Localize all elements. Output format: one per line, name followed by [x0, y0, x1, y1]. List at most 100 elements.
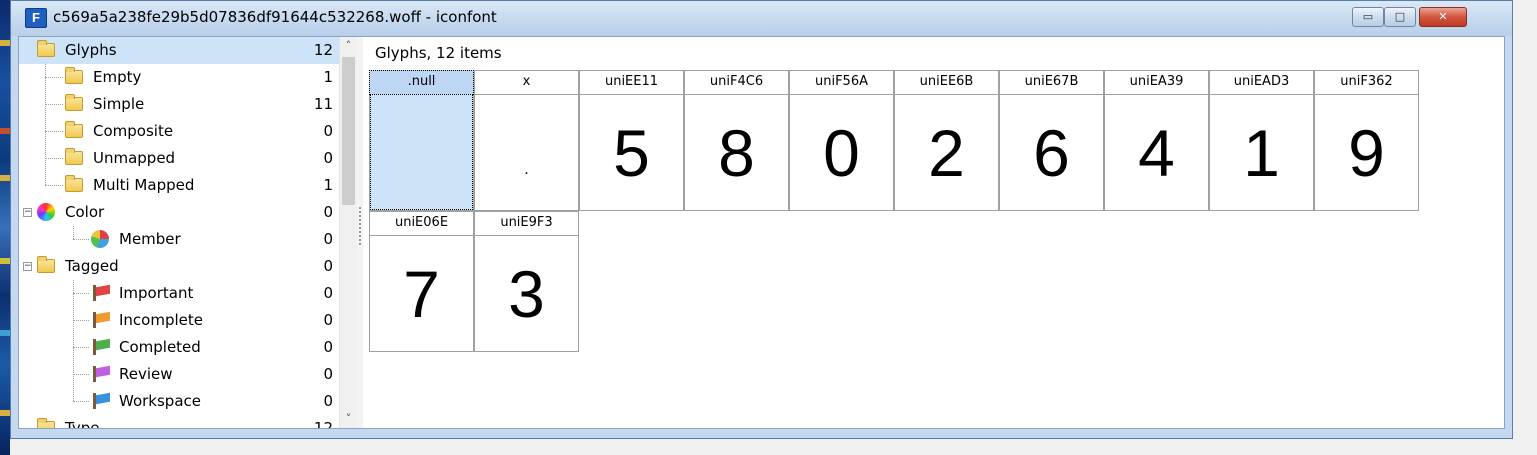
pane-splitter[interactable]	[357, 37, 363, 428]
tree-connector	[45, 158, 63, 160]
tree-item-incomplete[interactable]: Incomplete 0	[19, 307, 339, 334]
tree-item-label: Color	[65, 203, 105, 221]
client-area: Glyphs 12 Empty 1 Simple 11 Composite 0 Unmapped…	[18, 36, 1505, 429]
flag-icon	[91, 339, 111, 355]
tree-item-multi-mapped[interactable]: Multi Mapped 1	[19, 172, 339, 199]
tree-item-important[interactable]: Important 0	[19, 280, 339, 307]
tree-connector	[73, 320, 89, 322]
tree-item-count: 0	[323, 203, 333, 221]
tree-connector	[73, 293, 89, 295]
tree-item-count: 0	[323, 311, 333, 329]
glyph-cell[interactable]: uniEA39 4	[1104, 70, 1209, 211]
maximize-icon: □	[1394, 10, 1406, 23]
glyph-preview: 9	[1348, 116, 1385, 190]
tree-item-count: 0	[323, 257, 333, 275]
glyph-name: uniEAD3	[1210, 71, 1313, 95]
tree-connector	[73, 374, 89, 376]
glyph-cell[interactable]: uniF4C6 8	[684, 70, 789, 211]
maximize-button[interactable]: □	[1384, 7, 1416, 27]
folder-icon	[37, 256, 55, 273]
glyph-cell[interactable]: uniEE6B 2	[894, 70, 999, 211]
glyph-cell[interactable]: .null	[369, 70, 474, 211]
glyph-name: uniF4C6	[685, 71, 788, 95]
glyph-name: uniEE6B	[895, 71, 998, 95]
scroll-thumb[interactable]	[342, 57, 355, 205]
tree-guide	[73, 280, 75, 401]
tree-connector	[73, 239, 89, 241]
tree-item-label: Review	[119, 365, 173, 383]
glyph-cell[interactable]: uniF362 9	[1314, 70, 1419, 211]
title-bar[interactable]: F c569a5a238fe29b5d07836df91644c532268.w…	[11, 1, 1512, 36]
glyph-name: uniEE11	[580, 71, 683, 95]
tree-connector	[73, 401, 89, 403]
tree-item-member[interactable]: Member 0	[19, 226, 339, 253]
glyph-preview: 8	[718, 116, 755, 190]
glyph-preview: .	[524, 161, 529, 178]
tree-connector	[45, 131, 63, 133]
tree-item-simple[interactable]: Simple 11	[19, 91, 339, 118]
tree-connector	[45, 104, 63, 106]
tree-item-label: Completed	[119, 338, 201, 356]
glyph-cell[interactable]: uniEAD3 1	[1209, 70, 1314, 211]
glyph-preview: 5	[613, 116, 650, 190]
flag-icon	[91, 393, 111, 409]
folder-icon	[65, 67, 83, 84]
folder-icon	[65, 148, 83, 165]
folder-icon	[65, 121, 83, 138]
minimize-icon: ▭	[1362, 10, 1374, 23]
tree-item-review[interactable]: Review 0	[19, 361, 339, 388]
tree-item-label: Type	[65, 419, 100, 428]
tree-item-label: Simple	[93, 95, 145, 113]
tree-item-count: 12	[313, 41, 333, 59]
glyph-cell[interactable]: uniF56A 0	[789, 70, 894, 211]
collapse-icon[interactable]: −	[23, 208, 32, 217]
tree-item-label: Member	[119, 230, 181, 248]
close-button[interactable]: ✕	[1419, 7, 1467, 27]
tree-item-count: 0	[323, 149, 333, 167]
tree-item-color[interactable]: Color 0 −	[19, 199, 339, 226]
tree-item-count: 0	[323, 338, 333, 356]
close-icon: ✕	[1438, 10, 1448, 23]
color-wheel-icon	[37, 203, 55, 221]
glyph-name: uniE9F3	[475, 212, 578, 236]
folder-icon	[37, 418, 55, 428]
tree-item-empty[interactable]: Empty 1	[19, 64, 339, 91]
tree-item-unmapped[interactable]: Unmapped 0	[19, 145, 339, 172]
glyph-name: uniEA39	[1105, 71, 1208, 95]
glyph-cell[interactable]: uniEE11 5	[579, 70, 684, 211]
tree-item-completed[interactable]: Completed 0	[19, 334, 339, 361]
collapse-icon[interactable]: −	[23, 262, 32, 271]
tree-item-count: 0	[323, 230, 333, 248]
folder-icon	[65, 94, 83, 111]
glyph-cell[interactable]: x.	[474, 70, 579, 211]
glyph-cell[interactable]: uniE67B 6	[999, 70, 1104, 211]
tree-item-count: 0	[323, 284, 333, 302]
scroll-up-icon[interactable]: ˄	[340, 37, 357, 55]
glyph-preview: 3	[508, 257, 545, 331]
panel-title: Glyphs, 12 items	[375, 44, 502, 62]
tree-item-glyphs[interactable]: Glyphs 12	[19, 37, 339, 64]
tree-item-count: 0	[323, 365, 333, 383]
tree-item-type[interactable]: Type 12	[19, 415, 339, 428]
category-tree[interactable]: Glyphs 12 Empty 1 Simple 11 Composite 0 Unmapped…	[19, 37, 357, 428]
desktop-edge	[1512, 0, 1537, 440]
glyph-name: uniE67B	[1000, 71, 1103, 95]
minimize-button[interactable]: ▭	[1352, 7, 1384, 27]
tree-scrollbar[interactable]: ˄ ˅	[339, 37, 357, 428]
glyph-cell[interactable]: uniE9F3 3	[474, 211, 579, 352]
tree-item-count: 0	[323, 392, 333, 410]
tree-item-workspace[interactable]: Workspace 0	[19, 388, 339, 415]
scroll-down-icon[interactable]: ˅	[340, 410, 357, 428]
window-title: c569a5a238fe29b5d07836df91644c532268.wof…	[53, 8, 497, 26]
glyph-preview: 7	[403, 257, 440, 331]
glyph-cell[interactable]: uniE06E 7	[369, 211, 474, 352]
tree-item-composite[interactable]: Composite 0	[19, 118, 339, 145]
flag-icon	[91, 285, 111, 301]
tree-item-label: Important	[119, 284, 194, 302]
tree-item-label: Unmapped	[93, 149, 176, 167]
tree-connector	[45, 185, 63, 187]
tree-item-tagged[interactable]: Tagged 0 −	[19, 253, 339, 280]
glyph-name: .null	[369, 70, 474, 95]
app-icon: F	[25, 8, 47, 28]
tree-item-count: 11	[313, 95, 333, 113]
